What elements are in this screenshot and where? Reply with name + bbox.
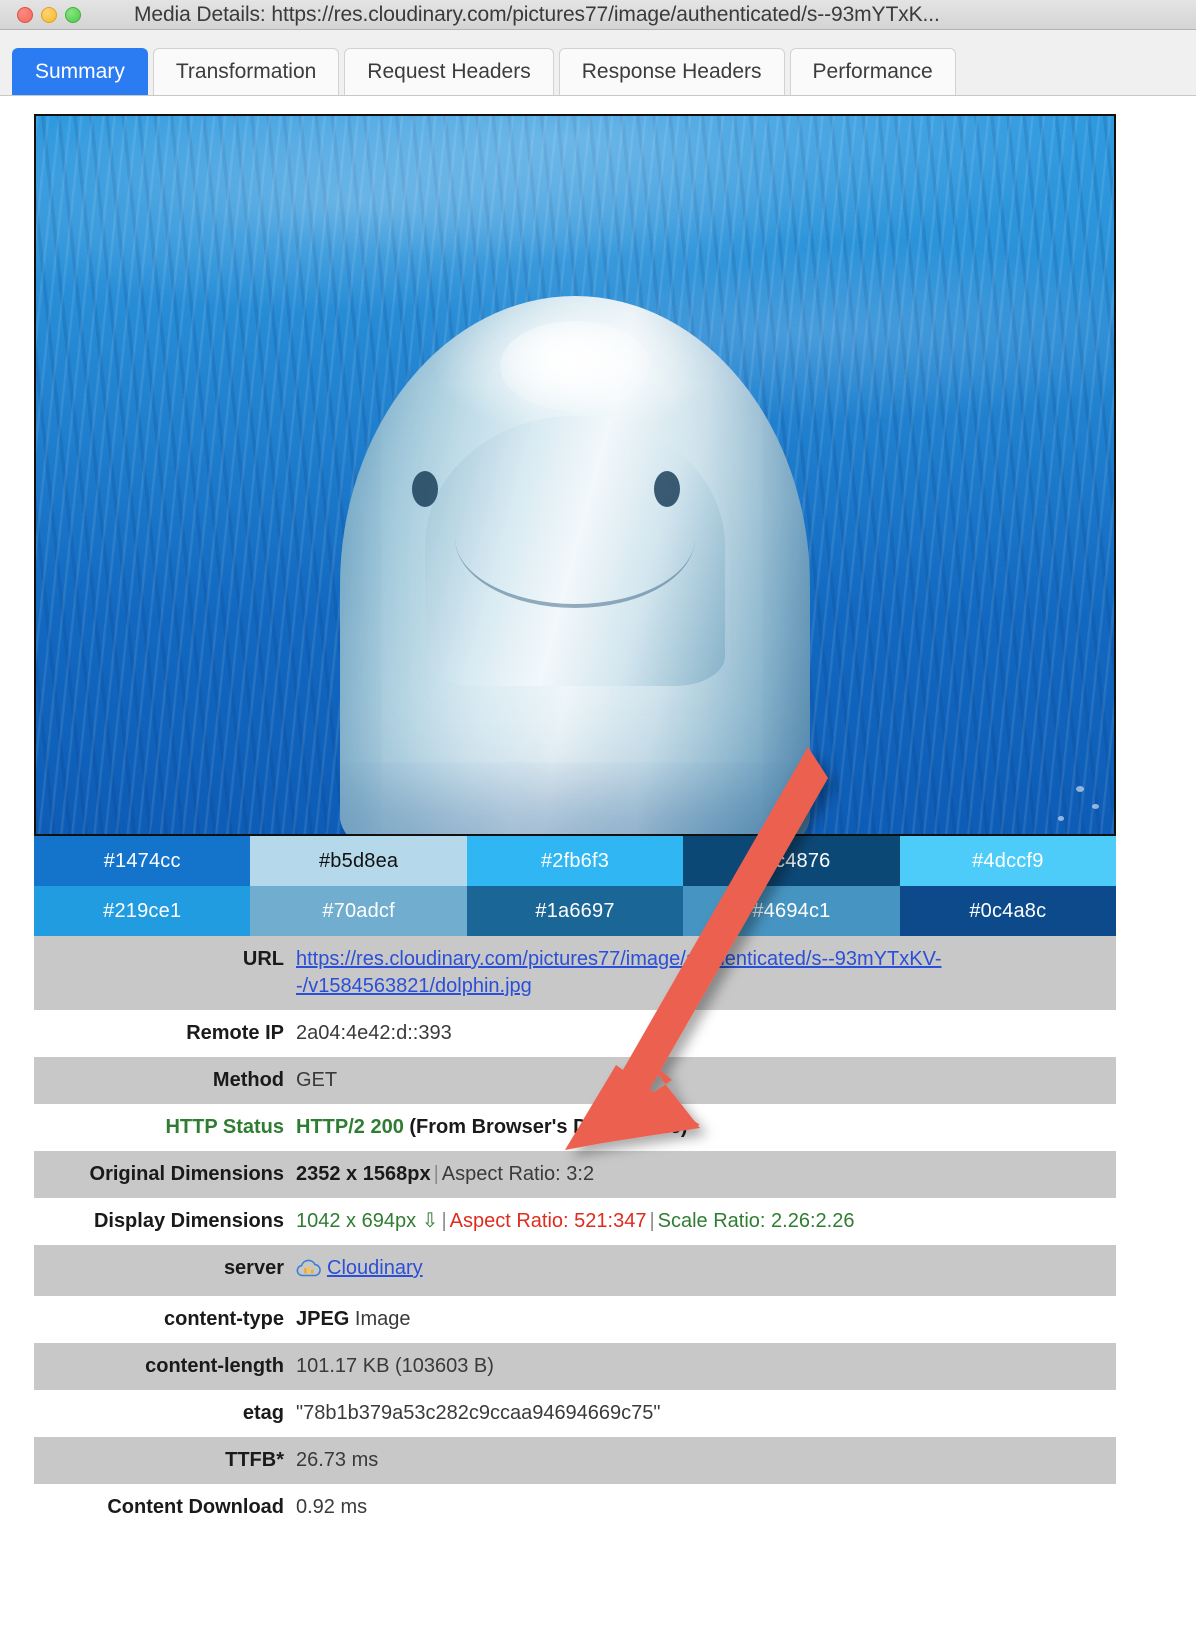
- tab-summary[interactable]: Summary: [12, 48, 148, 95]
- status-code: HTTP/2 200: [296, 1116, 404, 1138]
- color-swatch[interactable]: #b5d8ea: [250, 836, 467, 886]
- details-table: URL https://res.cloudinary.com/pictures7…: [34, 936, 1116, 1531]
- row-key-content-download: Content Download: [107, 1496, 284, 1518]
- row-key-remote-ip: Remote IP: [186, 1022, 284, 1044]
- row-value-method: GET: [296, 1069, 338, 1091]
- dolphin-eye-left: [412, 471, 438, 507]
- row-key-method: Method: [212, 1069, 284, 1091]
- table-row: content-type JPEG Image: [34, 1296, 1116, 1343]
- row-value-etag: "78b1b379a53c282c9ccaa94694669c75": [296, 1402, 661, 1424]
- display-dimensions-value: 1042 x 694px: [296, 1210, 417, 1232]
- color-swatch[interactable]: #1a6697: [466, 886, 684, 936]
- summary-panel: #1474cc #b5d8ea #2fb6f3 #0c4876 #4dccf9 …: [0, 96, 1196, 1531]
- dolphin-highlight: [500, 321, 650, 411]
- tab-request-headers[interactable]: Request Headers: [344, 48, 554, 95]
- row-key-ttfb: TTFB*: [225, 1449, 284, 1471]
- row-key-etag: etag: [242, 1402, 284, 1424]
- scale-ratio: Scale Ratio: 2.26:2.26: [657, 1210, 855, 1232]
- color-swatch[interactable]: #4694c1: [683, 886, 900, 936]
- table-row: Remote IP 2a04:4e42:d::393: [34, 1010, 1116, 1057]
- row-key-url: URL: [242, 948, 284, 970]
- downscale-arrow-icon: ⇩: [421, 1210, 439, 1232]
- media-preview[interactable]: [34, 114, 1116, 836]
- color-swatch[interactable]: #70adcf: [250, 886, 467, 936]
- value-divider: |: [433, 1163, 439, 1185]
- color-swatch[interactable]: #4dccf9: [899, 836, 1117, 886]
- row-value-url: https://res.cloudinary.com/pictures77/im…: [296, 946, 1116, 1000]
- row-value-original-dimensions: 2352 x 1568px | Aspect Ratio: 3:2: [296, 1161, 1116, 1188]
- table-row: etag "78b1b379a53c282c9ccaa94694669c75": [34, 1390, 1116, 1437]
- row-value-server: Cloudinary: [296, 1255, 1116, 1286]
- window-titlebar: Media Details: https://res.cloudinary.co…: [0, 0, 1196, 30]
- server-link[interactable]: Cloudinary: [327, 1257, 423, 1279]
- row-key-display-dimensions: Display Dimensions: [93, 1210, 284, 1232]
- table-row: HTTP Status HTTP/2 200 (From Browser's D…: [34, 1104, 1116, 1151]
- table-row: TTFB* 26.73 ms: [34, 1437, 1116, 1484]
- row-value-content-download: 0.92 ms: [296, 1496, 368, 1518]
- bubble-icon: [1076, 786, 1084, 792]
- row-value-ttfb: 26.73 ms: [296, 1449, 379, 1471]
- value-divider: |: [441, 1210, 447, 1232]
- status-note: (From Browser's Disk Cache): [409, 1116, 688, 1138]
- row-value-http-status: HTTP/2 200 (From Browser's Disk Cache): [296, 1114, 1116, 1141]
- content-type-format: JPEG: [296, 1308, 350, 1330]
- url-link[interactable]: https://res.cloudinary.com/pictures77/im…: [296, 948, 941, 997]
- palette-row-2: #219ce1 #70adcf #1a6697 #4694c1 #0c4a8c: [34, 886, 1117, 936]
- color-swatch[interactable]: #2fb6f3: [466, 836, 684, 886]
- row-key-content-type: content-type: [164, 1308, 284, 1330]
- content-type-suffix: Image: [354, 1308, 411, 1330]
- bubble-icon: [1092, 804, 1099, 809]
- row-key-original-dimensions: Original Dimensions: [89, 1163, 284, 1185]
- tab-bar: Summary Transformation Request Headers R…: [0, 30, 1196, 96]
- window-title: Media Details: https://res.cloudinary.co…: [134, 2, 940, 26]
- table-row: Method GET: [34, 1057, 1116, 1104]
- row-value-content-length: 101.17 KB (103603 B): [296, 1355, 494, 1377]
- display-aspect-ratio: Aspect Ratio: 521:347: [449, 1210, 647, 1232]
- table-row: Content Download 0.92 ms: [34, 1484, 1116, 1531]
- color-palette: #1474cc #b5d8ea #2fb6f3 #0c4876 #4dccf9 …: [34, 836, 1117, 936]
- original-aspect-ratio: Aspect Ratio: 3:2: [441, 1163, 595, 1185]
- table-row: content-length 101.17 KB (103603 B): [34, 1343, 1116, 1390]
- color-swatch[interactable]: #0c4a8c: [899, 886, 1117, 936]
- table-row: Display Dimensions 1042 x 694px ⇩ | Aspect…: [34, 1198, 1116, 1245]
- tab-transformation[interactable]: Transformation: [152, 48, 340, 95]
- row-value-display-dimensions: 1042 x 694px ⇩ | Aspect Ratio: 521:347 | Sca…: [296, 1208, 1116, 1235]
- color-swatch[interactable]: #1474cc: [34, 836, 251, 886]
- row-key-content-length: content-length: [145, 1355, 284, 1377]
- bubble-icon: [1058, 816, 1064, 821]
- value-divider: |: [649, 1210, 655, 1232]
- color-swatch[interactable]: #0c4876: [683, 836, 900, 886]
- row-value-remote-ip: 2a04:4e42:d::393: [296, 1022, 452, 1044]
- row-key-server: server: [223, 1257, 284, 1279]
- table-row: Original Dimensions 2352 x 1568px | Aspect…: [34, 1151, 1116, 1198]
- table-row: server Cloudinary: [34, 1245, 1116, 1296]
- table-row: URL https://res.cloudinary.com/pictures7…: [34, 936, 1116, 1010]
- row-key-http-status: HTTP Status: [165, 1116, 284, 1138]
- palette-row-1: #1474cc #b5d8ea #2fb6f3 #0c4876 #4dccf9: [34, 836, 1117, 886]
- tab-response-headers[interactable]: Response Headers: [558, 48, 785, 95]
- cloudinary-logo-icon: [296, 1258, 322, 1286]
- original-dimensions-value: 2352 x 1568px: [296, 1163, 431, 1185]
- color-swatch[interactable]: #219ce1: [34, 886, 251, 936]
- row-value-content-type: JPEG Image: [296, 1306, 1116, 1333]
- tab-performance[interactable]: Performance: [789, 48, 956, 95]
